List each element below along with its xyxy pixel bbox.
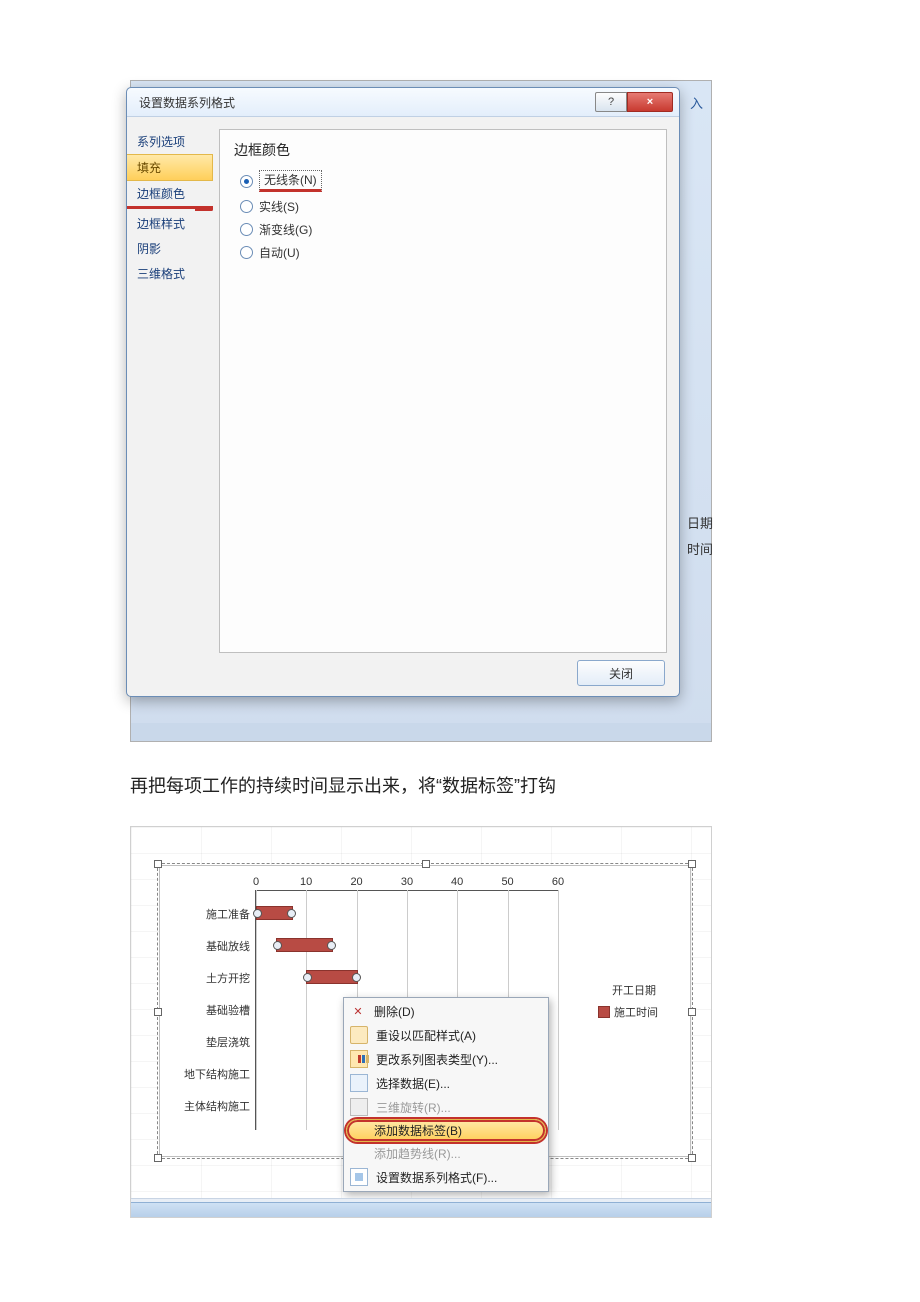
- option-gradient-label: 渐变线(G): [259, 221, 312, 238]
- instruction-text: 再把每项工作的持续时间显示出来，将“数据标签”打钩: [130, 772, 790, 798]
- legend-duration: 施工时间: [614, 1004, 658, 1020]
- category-label: 土方开挖: [160, 970, 250, 986]
- help-button[interactable]: ?: [595, 92, 627, 112]
- nav-shadow[interactable]: 阴影: [127, 236, 213, 261]
- option-solid-label: 实线(S): [259, 198, 299, 215]
- bg-insert-hint: 入: [690, 93, 703, 112]
- radio-icon: [240, 175, 253, 188]
- nav-series-options[interactable]: 系列选项: [127, 129, 213, 154]
- bar-duration[interactable]: [256, 906, 293, 920]
- ctx-reset-label: 重设以匹配样式(A): [376, 1027, 476, 1044]
- ctx-delete-label: 删除(D): [374, 1003, 415, 1020]
- ctx-format-series-label: 设置数据系列格式(F)...: [376, 1169, 497, 1186]
- option-no-line-label: 无线条(N): [259, 170, 322, 192]
- option-auto-label: 自动(U): [259, 244, 300, 261]
- bar-duration[interactable]: [276, 938, 333, 952]
- nav-fill[interactable]: 填充: [127, 154, 213, 181]
- nav-border-style[interactable]: 边框样式: [127, 211, 213, 236]
- border-color-panel: 边框颜色 无线条(N) 实线(S) 渐变线(G): [219, 129, 667, 653]
- screenshot-chart-context: 0 10 20 30 40 50 60 施工准备 基础放线 土方开挖 基础验槽 …: [130, 826, 712, 1218]
- ctx-select-data[interactable]: 选择数据(E)...: [346, 1071, 546, 1095]
- ctx-add-data-labels[interactable]: 添加数据标签(B): [346, 1119, 546, 1142]
- tick: 20: [350, 876, 362, 888]
- ctx-rotate-3d-label: 三维旋转(R)...: [376, 1099, 451, 1116]
- format-series-dialog: 设置数据系列格式 ? × 系列选项 填充 边框颜色 边框样式 阴影 三维格式 边: [126, 87, 680, 697]
- dialog-title: 设置数据系列格式: [133, 94, 235, 111]
- bg-right-label-2: 时间: [687, 537, 713, 563]
- ctx-reset-match[interactable]: 重设以匹配样式(A): [346, 1023, 546, 1047]
- blank-icon: [350, 1123, 366, 1139]
- reset-style-icon: [350, 1026, 368, 1044]
- bg-right-labels: 日期 时间: [687, 511, 713, 563]
- tick: 10: [300, 876, 312, 888]
- category-label: 垫层浇筑: [160, 1034, 250, 1050]
- category-label: 基础放线: [160, 938, 250, 954]
- option-auto[interactable]: 自动(U): [234, 242, 652, 265]
- ctx-change-type[interactable]: 更改系列图表类型(Y)...: [346, 1047, 546, 1071]
- ctx-add-trend-label: 添加趋势线(R)...: [374, 1145, 461, 1162]
- chart-legend: 开工日期 施工时间: [598, 976, 684, 1026]
- ctx-add-labels-label: 添加数据标签(B): [374, 1122, 462, 1139]
- category-label: 主体结构施工: [160, 1098, 250, 1114]
- nav-border-color[interactable]: 边框颜色: [127, 181, 213, 209]
- x-axis: 0 10 20 30 40 50 60: [256, 876, 558, 890]
- format-series-icon: [350, 1168, 368, 1186]
- radio-icon: [240, 223, 253, 236]
- tick: 50: [501, 876, 513, 888]
- option-solid[interactable]: 实线(S): [234, 196, 652, 219]
- bg-right-label-1: 日期: [687, 511, 713, 537]
- option-no-line[interactable]: 无线条(N): [234, 168, 652, 196]
- dialog-side-nav: 系列选项 填充 边框颜色 边框样式 阴影 三维格式: [127, 117, 213, 697]
- category-label: 基础验槽: [160, 1002, 250, 1018]
- rotate-3d-icon: [350, 1098, 368, 1116]
- ctx-format-series[interactable]: 设置数据系列格式(F)...: [346, 1165, 546, 1189]
- close-x-button[interactable]: ×: [627, 92, 673, 112]
- ctx-rotate-3d: 三维旋转(R)...: [346, 1095, 546, 1119]
- context-menu: ✕ 删除(D) 重设以匹配样式(A) 更改系列图表类型(Y)... 选择数据(E…: [343, 997, 549, 1192]
- chart-type-icon: [350, 1050, 368, 1068]
- category-label: 施工准备: [160, 906, 250, 922]
- ctx-select-data-label: 选择数据(E)...: [376, 1075, 450, 1092]
- sheet-tab-strip: [131, 1202, 711, 1217]
- tick: 60: [552, 876, 564, 888]
- ctx-change-type-label: 更改系列图表类型(Y)...: [376, 1051, 498, 1068]
- panel-heading: 边框颜色: [234, 140, 652, 160]
- tick: 0: [253, 876, 259, 888]
- dialog-titlebar[interactable]: 设置数据系列格式 ? ×: [127, 88, 679, 117]
- option-gradient[interactable]: 渐变线(G): [234, 219, 652, 242]
- delete-icon: ✕: [350, 1004, 366, 1020]
- radio-icon: [240, 200, 253, 213]
- bar-duration[interactable]: [306, 970, 358, 984]
- tick: 40: [451, 876, 463, 888]
- tick: 30: [401, 876, 413, 888]
- radio-icon: [240, 246, 253, 259]
- ctx-delete[interactable]: ✕ 删除(D): [346, 1000, 546, 1023]
- ctx-add-trendline: 添加趋势线(R)...: [346, 1142, 546, 1165]
- select-data-icon: [350, 1074, 368, 1092]
- legend-swatch-icon: [598, 1006, 610, 1018]
- category-label: 地下结构施工: [160, 1066, 250, 1082]
- close-button[interactable]: 关闭: [577, 660, 665, 686]
- nav-three-d[interactable]: 三维格式: [127, 261, 213, 286]
- legend-start: 开工日期: [612, 982, 656, 998]
- screenshot-format-dialog: 入 日期 时间 设置数据系列格式 ? × 系列选项 填充 边框颜色 边框样式: [130, 80, 712, 742]
- blank-icon: [350, 1146, 366, 1162]
